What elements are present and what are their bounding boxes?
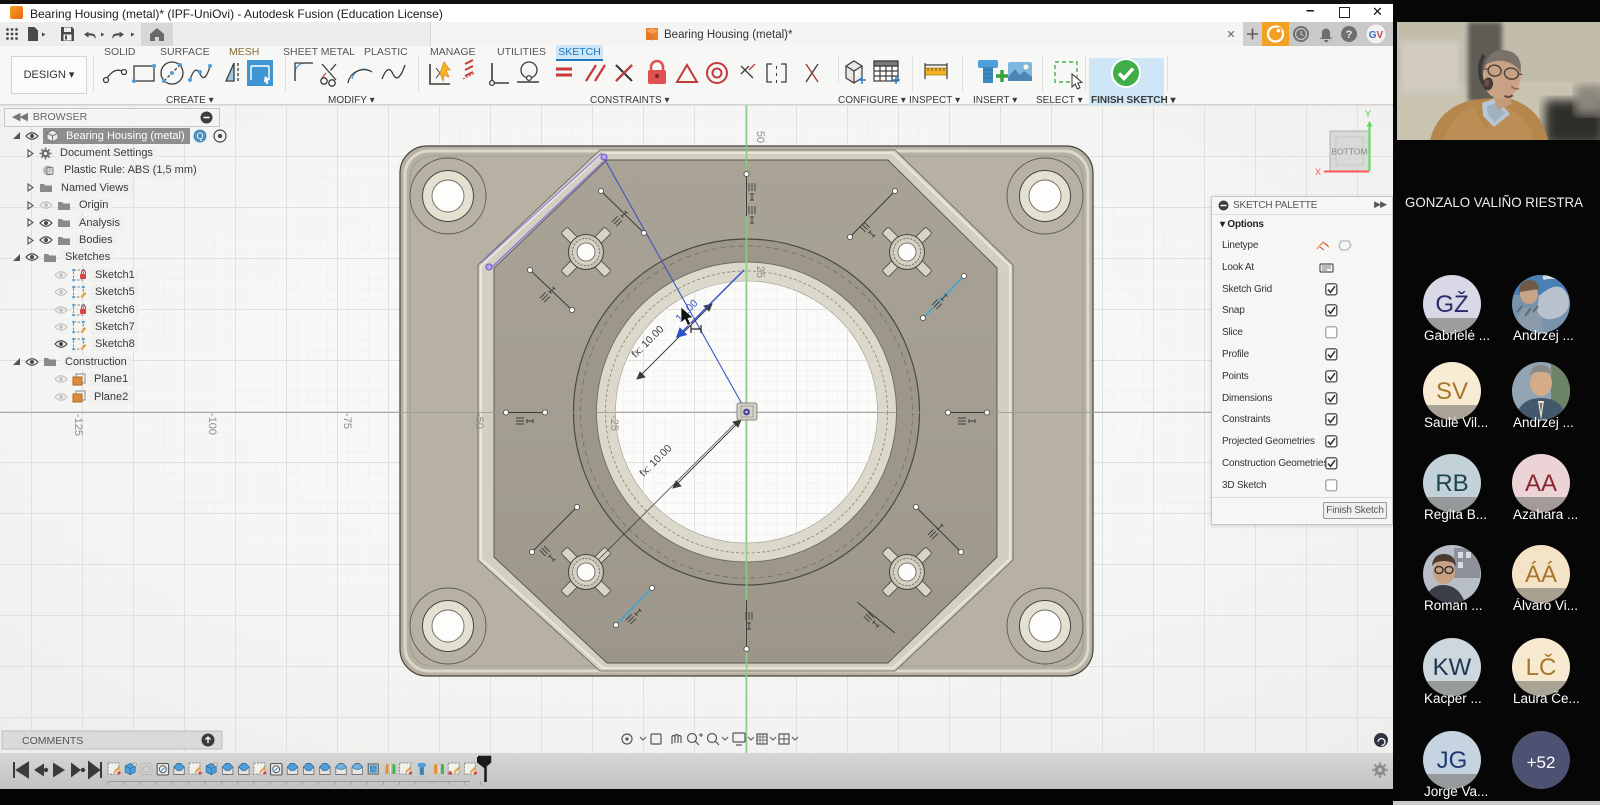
svg-text:Andrzej ...: Andrzej ...: [1513, 415, 1574, 430]
svg-text:Andrzej ...: Andrzej ...: [1513, 328, 1574, 343]
svg-text:Jorge Va...: Jorge Va...: [1424, 784, 1488, 799]
svg-text:Regita B...: Regita B...: [1424, 507, 1487, 522]
svg-text:Kacper ...: Kacper ...: [1424, 691, 1482, 706]
svg-text:Saulė Vil...: Saulė Vil...: [1424, 415, 1488, 430]
svg-text:Azahara ...: Azahara ...: [1513, 507, 1578, 522]
svg-text:Gabrielė ...: Gabrielė ...: [1424, 328, 1490, 343]
svg-text:Álvaro Vi...: Álvaro Vi...: [1513, 598, 1578, 613]
svg-text:RB: RB: [1435, 470, 1468, 497]
svg-text:LČ: LČ: [1526, 653, 1557, 681]
svg-text:GONZALO VALIÑO RIESTRA: GONZALO VALIÑO RIESTRA: [1405, 194, 1584, 210]
svg-text:JG: JG: [1437, 747, 1468, 774]
svg-text:AA: AA: [1525, 470, 1557, 497]
svg-text:Laura Če...: Laura Če...: [1513, 691, 1580, 706]
svg-text:GŽ: GŽ: [1435, 291, 1468, 318]
svg-text:ÁÁ: ÁÁ: [1525, 561, 1557, 588]
svg-text:SV: SV: [1436, 378, 1468, 405]
svg-text:Roman ...: Roman ...: [1424, 598, 1483, 613]
svg-text:KW: KW: [1433, 654, 1472, 681]
svg-text:+52: +52: [1527, 753, 1556, 772]
